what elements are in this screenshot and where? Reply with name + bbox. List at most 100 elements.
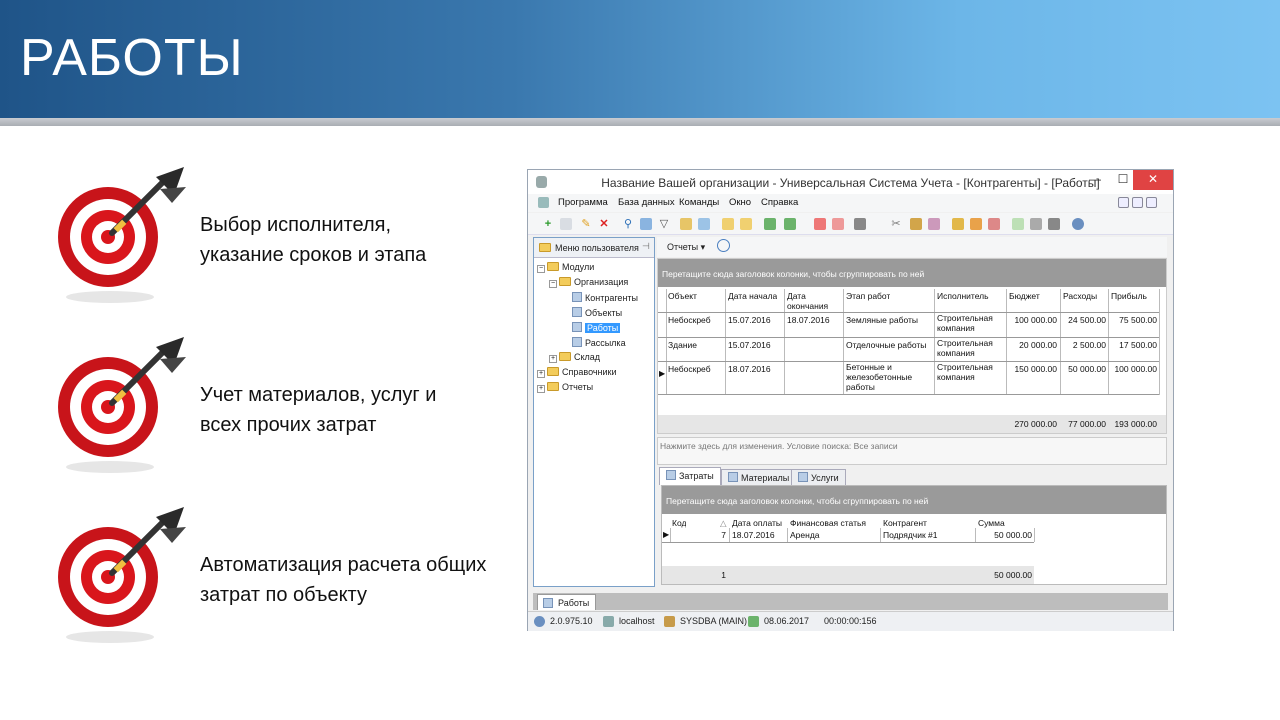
users-icon[interactable] [970, 218, 982, 230]
document-icon [798, 472, 808, 482]
menu-program[interactable]: Программа [558, 197, 608, 208]
edit-icon[interactable]: ✎ [580, 218, 592, 230]
reports-toolbar: Отчеты ▾ [657, 237, 1167, 257]
database-icon [664, 616, 675, 627]
folder-down-icon[interactable] [740, 218, 752, 230]
close-button[interactable]: ✕ [1133, 170, 1173, 190]
window-close-icon[interactable] [832, 218, 844, 230]
folder-icon [547, 262, 559, 271]
refresh-icon[interactable] [640, 218, 652, 230]
delete-icon[interactable]: ✕ [598, 218, 610, 230]
tree-item-organization[interactable]: − Организация [549, 277, 628, 288]
document-icon [538, 197, 549, 208]
filter-text: Нажмите здесь для изменения. Условие пои… [660, 441, 898, 451]
sort-icon[interactable] [680, 218, 692, 230]
comment-icon[interactable] [698, 218, 710, 230]
tree-item-reports[interactable]: + Отчеты [537, 382, 593, 393]
search-icon[interactable]: ⚲ [622, 218, 634, 230]
window-new-icon[interactable] [814, 218, 826, 230]
document-icon [543, 598, 553, 608]
doc-tab-works[interactable]: Работы [537, 594, 597, 610]
tree-item-warehouse[interactable]: + Склад [549, 352, 600, 363]
folder-icon [559, 277, 571, 286]
note-icon[interactable] [928, 218, 940, 230]
filter-icon[interactable]: ▽ [658, 218, 670, 230]
mdi-minimize-icon[interactable] [1118, 197, 1129, 208]
wand-icon[interactable] [910, 218, 922, 230]
status-host: localhost [619, 616, 655, 626]
column-header[interactable]: Исполнитель [937, 291, 989, 301]
tab-materials[interactable]: Материалы [721, 469, 797, 485]
help-icon[interactable] [1072, 218, 1084, 230]
bullet-line-2: затрат по объекту [200, 584, 367, 606]
costs-grid: Перетащите сюда заголовок колонки, чтобы… [661, 485, 1167, 585]
column-header[interactable]: Контрагент [883, 518, 927, 528]
menu-window[interactable]: Окно [729, 197, 751, 208]
tab-services[interactable]: Услуги [791, 469, 846, 485]
tree-item-works[interactable]: Работы [572, 322, 621, 333]
tree-item-mailing[interactable]: Рассылка [572, 337, 626, 348]
navigation-panel: Меню пользователя ⊣ − Модули − Организация… [533, 237, 655, 587]
tree-item-modules[interactable]: − Модули [537, 262, 594, 273]
row-pointer-icon: ▶ [659, 369, 666, 378]
column-header[interactable]: Этап работ [846, 291, 890, 301]
bullet-executor: Выбор исполнителя, указание сроков и эта… [52, 165, 522, 305]
column-header[interactable]: Расходы [1063, 291, 1097, 301]
menu-database[interactable]: База данных [618, 197, 675, 208]
tree-item-objects[interactable]: Объекты [572, 307, 622, 318]
bullet-automation: Автоматизация расчета общих затрат по об… [52, 505, 522, 645]
status-bar: 2.0.975.10 localhost SYSDBA (MAIN) 08.06… [528, 611, 1173, 631]
minimize-button[interactable]: — [1082, 170, 1108, 190]
user-menu-header[interactable]: Меню пользователя ⊣ [534, 238, 654, 258]
menu-commands[interactable]: Команды [679, 197, 719, 208]
bullet-materials: Учет материалов, услуг и всех прочих зат… [52, 335, 522, 475]
play-icon[interactable] [1048, 218, 1060, 230]
lock-icon[interactable] [952, 218, 964, 230]
copy-icon[interactable] [560, 218, 572, 230]
target-icon [58, 507, 186, 643]
window-titlebar: Название Вашей организации - Универсальн… [528, 170, 1173, 194]
status-version: 2.0.975.10 [550, 616, 593, 626]
print-icon[interactable] [1030, 218, 1042, 230]
folder-up-icon[interactable] [722, 218, 734, 230]
banner-divider [0, 118, 1280, 126]
calendar-icon[interactable] [1012, 218, 1024, 230]
column-header[interactable]: Бюджет [1009, 291, 1040, 301]
pin-icon[interactable]: ⊣ [642, 241, 650, 252]
row-pointer-icon: ▶ [663, 530, 670, 539]
import-icon[interactable] [784, 218, 796, 230]
menu-bar: Программа База данных Команды Окно Справ… [528, 194, 1173, 212]
filter-bar[interactable]: Нажмите здесь для изменения. Условие пои… [657, 437, 1167, 465]
mdi-restore-icon[interactable] [1132, 197, 1143, 208]
speaker-icon[interactable] [854, 218, 866, 230]
column-header[interactable]: Объект [668, 291, 697, 301]
column-header[interactable]: Финансовая статья [790, 518, 866, 528]
reports-dropdown[interactable]: Отчеты ▾ [667, 242, 705, 253]
document-icon [572, 307, 582, 317]
status-date: 08.06.2017 [764, 616, 810, 626]
column-header[interactable]: Код [672, 518, 686, 528]
bullet-line-1: Автоматизация расчета общих [200, 554, 487, 576]
export-excel-icon[interactable] [764, 218, 776, 230]
document-tabs: Работы [533, 593, 1168, 610]
menu-help[interactable]: Справка [761, 197, 798, 208]
column-header[interactable]: Сумма [978, 518, 1005, 528]
target-icon [58, 167, 186, 303]
tab-costs[interactable]: Затраты [659, 467, 721, 485]
settings-icon[interactable] [988, 218, 1000, 230]
window-title: Название Вашей организации - Универсальн… [601, 176, 1100, 190]
mdi-close-icon[interactable] [1146, 197, 1157, 208]
clock-icon[interactable] [717, 239, 730, 252]
tree-item-references[interactable]: + Справочники [537, 367, 617, 378]
group-by-hint: Перетащите сюда заголовок колонки, чтобы… [658, 259, 1166, 287]
document-icon [572, 322, 582, 332]
add-icon[interactable]: + [542, 218, 554, 230]
column-header[interactable]: Дата окончания [787, 291, 842, 311]
folder-icon [547, 382, 559, 391]
column-header[interactable]: Дата оплаты [732, 518, 782, 528]
toolbar: + ✎ ✕ ⚲ ▽ ✂ [528, 213, 1173, 235]
tree-item-contractors[interactable]: Контрагенты [572, 292, 638, 303]
column-header[interactable]: Дата начала [728, 291, 777, 301]
column-header[interactable]: Прибыль [1111, 291, 1147, 301]
tools-icon[interactable]: ✂ [890, 218, 902, 230]
